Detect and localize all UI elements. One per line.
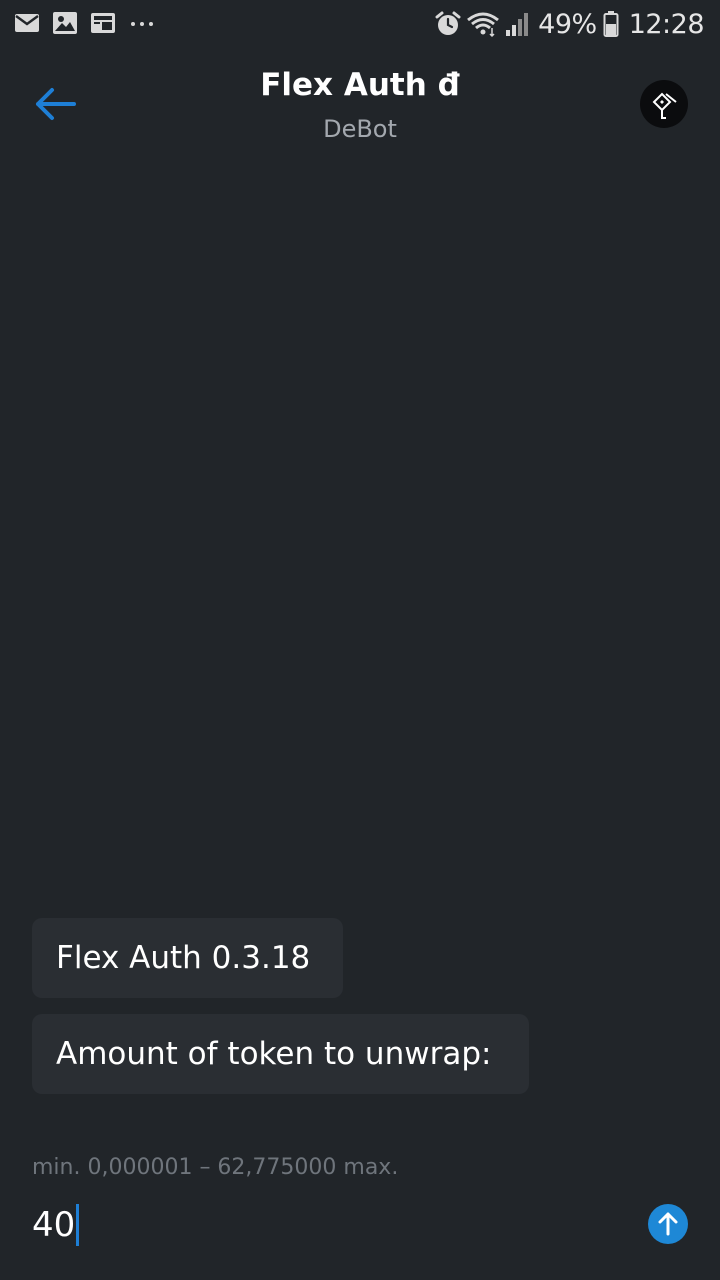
amount-range-hint: min. 0,000001 – 62,775000 max.: [32, 1155, 399, 1180]
status-bar-system: 49% 12:28: [434, 6, 705, 42]
message-bubble: Amount of token to unwrap:: [32, 1014, 529, 1094]
mail-icon: [15, 14, 39, 32]
message-text: Amount of token to unwrap:: [56, 1036, 492, 1072]
send-button[interactable]: [648, 1204, 688, 1244]
more-dots-icon: [131, 22, 153, 26]
news-icon: [91, 13, 115, 33]
debot-avatar-icon: [652, 92, 677, 119]
status-bar-notifications: [14, 11, 168, 35]
amount-input[interactable]: 40: [32, 1200, 80, 1250]
wifi-icon: [467, 12, 500, 38]
signal-icon: [506, 13, 529, 36]
avatar[interactable]: [640, 80, 688, 128]
clock: 12:28: [628, 8, 705, 40]
arrow-up-icon: [658, 1212, 678, 1236]
message-bubble: Flex Auth 0.3.18: [32, 918, 343, 998]
page-subtitle: DeBot: [323, 115, 397, 143]
amount-input-value[interactable]: 40: [32, 1200, 75, 1250]
status-bar: 49% 12:28: [0, 0, 720, 48]
alarm-icon: [435, 11, 461, 35]
message-text: Flex Auth 0.3.18: [56, 940, 311, 976]
image-icon: [53, 12, 77, 34]
battery-icon: [603, 11, 619, 37]
page-title: Flex Auth đ: [260, 67, 460, 103]
text-cursor: [76, 1204, 80, 1246]
battery-percent: 49%: [538, 8, 597, 40]
